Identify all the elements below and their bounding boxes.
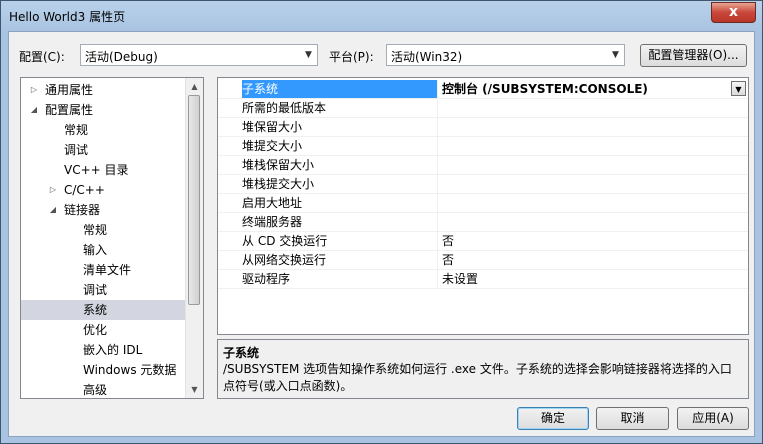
cancel-button[interactable]: 取消 (596, 407, 669, 430)
property-row-subsystem[interactable]: 子系统 控制台 (/SUBSYSTEM:CONSOLE) ▼ (218, 80, 748, 99)
dialog-client: 配置(C): 活动(Debug) ▼ 平台(P): 活动(Win32) ▼ 配置… (8, 31, 755, 437)
property-row[interactable]: 堆保留大小 (218, 118, 748, 137)
property-name: 启用大地址 (242, 194, 438, 212)
property-row[interactable]: 堆栈提交大小 (218, 175, 748, 194)
tree-item-c-cpp[interactable]: ▷ C/C++ (21, 180, 187, 200)
tree-item-label: 调试 (64, 143, 89, 157)
property-name: 从网络交换运行 (242, 251, 438, 269)
property-row[interactable]: 从 CD 交换运行 否 (218, 232, 748, 251)
description-text: /SUBSYSTEM 选项告知操作系统如何运行 .exe 文件。子系统的选择会影… (223, 362, 732, 393)
tree-item-label: 优化 (83, 323, 108, 337)
tree-item-linker-embedded-idl[interactable]: 嵌入的 IDL (21, 340, 187, 360)
platform-select[interactable]: 活动(Win32) ▼ (386, 44, 625, 66)
ok-button[interactable]: 确定 (517, 407, 589, 430)
property-name: 终端服务器 (242, 213, 438, 231)
chevron-down-icon[interactable]: ▼ (731, 81, 746, 96)
scroll-down-icon[interactable]: ▼ (186, 381, 203, 398)
property-row[interactable]: 启用大地址 (218, 194, 748, 213)
property-name: 从 CD 交换运行 (242, 232, 438, 250)
properties-dialog: Hello World3 属性页 x 配置(C): 活动(Debug) ▼ 平台… (0, 0, 763, 444)
tree-item-linker-manifest[interactable]: 清单文件 (21, 260, 187, 280)
platform-label: 平台(P): (329, 50, 374, 64)
property-name: 堆栈提交大小 (242, 175, 438, 193)
tree-item-label: 配置属性 (45, 103, 94, 117)
description-panel: 子系统 /SUBSYSTEM 选项告知操作系统如何运行 .exe 文件。子系统的… (217, 339, 749, 399)
tree-item-config-properties[interactable]: ◢ 配置属性 (21, 100, 187, 120)
tree-item-label: 常规 (83, 223, 108, 237)
chevron-down-icon: ▼ (612, 50, 619, 60)
property-value[interactable]: 未设置 (442, 270, 478, 288)
tree-item-label: 清单文件 (83, 263, 132, 277)
tree-item-linker-advanced[interactable]: 高级 (21, 380, 187, 398)
property-row[interactable]: 驱动程序 未设置 (218, 270, 748, 289)
tree-item-label: VC++ 目录 (64, 163, 129, 177)
property-row[interactable]: 所需的最低版本 (218, 99, 748, 118)
tree-item-common-properties[interactable]: ▷ 通用属性 (21, 80, 187, 100)
collapse-arrow-icon[interactable]: ◢ (29, 100, 39, 120)
tree-item-label: Windows 元数据 (83, 363, 177, 377)
scroll-thumb[interactable] (188, 95, 200, 305)
expand-arrow-icon[interactable]: ▷ (29, 80, 39, 100)
tree-item-linker-optimization[interactable]: 优化 (21, 320, 187, 340)
config-select[interactable]: 活动(Debug) ▼ (80, 44, 318, 66)
collapse-arrow-icon[interactable]: ◢ (48, 200, 58, 220)
description-title: 子系统 (223, 346, 260, 360)
window-title: Hello World3 属性页 (9, 10, 126, 24)
property-name: 堆提交大小 (242, 137, 438, 155)
tree-item-label: 链接器 (64, 203, 101, 217)
property-name: 所需的最低版本 (242, 99, 438, 117)
property-value[interactable]: 否 (442, 232, 454, 250)
property-value[interactable]: 控制台 (/SUBSYSTEM:CONSOLE) (442, 80, 648, 98)
tree-item-label: 常规 (64, 123, 89, 137)
expand-arrow-icon[interactable]: ▷ (48, 180, 58, 200)
close-button[interactable]: x (711, 2, 756, 23)
platform-select-value: 活动(Win32) (391, 50, 463, 64)
property-value[interactable]: 否 (442, 251, 454, 269)
property-row[interactable]: 终端服务器 (218, 213, 748, 232)
tree-item-linker-general[interactable]: 常规 (21, 220, 187, 240)
config-manager-button[interactable]: 配置管理器(O)... (640, 44, 747, 67)
tree-item-label: 嵌入的 IDL (83, 343, 143, 357)
property-row[interactable]: 从网络交换运行 否 (218, 251, 748, 270)
property-tree[interactable]: ▷ 通用属性 ◢ 配置属性 常规 调试 VC++ 目录 ▷ C/C++ ◢ 链接… (20, 77, 204, 399)
tree-item-label: 高级 (83, 383, 108, 397)
tree-item-label: 通用属性 (45, 83, 94, 97)
tree-item-linker-windows-metadata[interactable]: Windows 元数据 (21, 360, 187, 380)
tree-item-linker-debugging[interactable]: 调试 (21, 280, 187, 300)
property-name: 子系统 (242, 80, 438, 98)
property-row[interactable]: 堆提交大小 (218, 137, 748, 156)
tree-item-label: 调试 (83, 283, 108, 297)
chevron-down-icon: ▼ (305, 50, 312, 60)
tree-scrollbar[interactable]: ▲ ▼ (185, 78, 203, 398)
tree-item-general[interactable]: 常规 (21, 120, 187, 140)
tree-item-label: 输入 (83, 243, 108, 257)
property-name: 堆保留大小 (242, 118, 438, 136)
title-bar[interactable]: Hello World3 属性页 x (1, 1, 762, 31)
tree-item-label: C/C++ (64, 183, 105, 197)
tree-item-label: 系统 (83, 303, 108, 317)
tree-item-linker[interactable]: ◢ 链接器 (21, 200, 187, 220)
config-label: 配置(C): (19, 50, 65, 64)
tree-item-vc-directories[interactable]: VC++ 目录 (21, 160, 187, 180)
tree-item-linker-input[interactable]: 输入 (21, 240, 187, 260)
property-grid: 子系统 控制台 (/SUBSYSTEM:CONSOLE) ▼ 所需的最低版本 堆… (217, 77, 749, 335)
property-name: 堆栈保留大小 (242, 156, 438, 174)
scroll-up-icon[interactable]: ▲ (186, 78, 203, 95)
tree-item-linker-system[interactable]: 系统 (21, 300, 187, 320)
property-name: 驱动程序 (242, 270, 438, 288)
config-select-value: 活动(Debug) (85, 50, 158, 64)
tree-item-debugging[interactable]: 调试 (21, 140, 187, 160)
apply-button[interactable]: 应用(A) (677, 407, 749, 430)
property-row[interactable]: 堆栈保留大小 (218, 156, 748, 175)
